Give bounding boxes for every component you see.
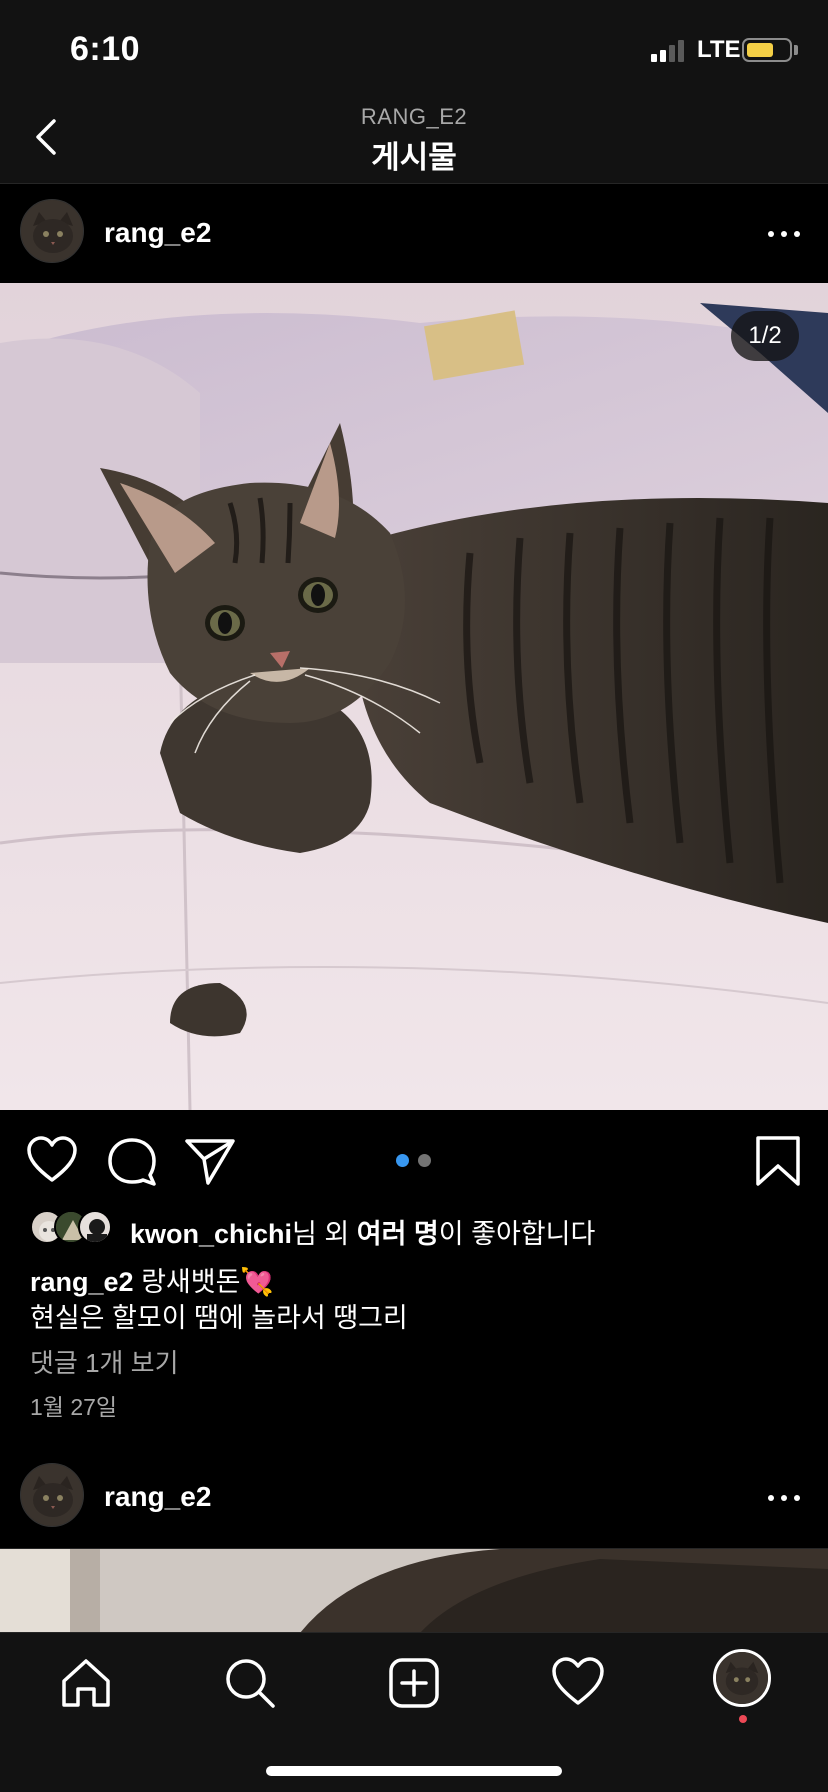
home-indicator xyxy=(266,1766,562,1776)
tab-activity[interactable] xyxy=(550,1655,606,1711)
avatar[interactable] xyxy=(20,199,84,263)
caption-text: 랑새뱃돈💘 xyxy=(133,1267,275,1297)
profile-avatar-image xyxy=(716,1652,768,1704)
status-bar: 6:10 LTE xyxy=(0,0,828,92)
cat-avatar-image xyxy=(21,200,83,262)
post-username[interactable]: rang_e2 xyxy=(104,217,211,249)
caption-text-line2: 현실은 할모이 땜에 놀라서 땡그리 xyxy=(30,1303,408,1333)
more-options-button[interactable] xyxy=(766,219,802,249)
cat-on-bed-photo xyxy=(0,283,828,1110)
signal-strength-icon xyxy=(651,38,691,62)
carousel-dot xyxy=(418,1154,431,1167)
post-date: 1월 27일 xyxy=(30,1394,118,1420)
battery-icon xyxy=(742,38,792,62)
post-header: rang_e2 xyxy=(0,185,828,283)
battery-tip xyxy=(794,45,798,55)
save-button[interactable] xyxy=(752,1135,804,1187)
likes-end-text: 이 좋아합니다 xyxy=(438,1219,596,1249)
tab-profile[interactable] xyxy=(713,1649,771,1707)
paper-plane-icon xyxy=(185,1139,235,1185)
tab-new-post[interactable] xyxy=(386,1655,442,1711)
likes-summary[interactable]: kwon_chichi님 외 여러 명이 좋아합니다 xyxy=(30,1208,810,1251)
caption-username[interactable]: rang_e2 xyxy=(30,1267,134,1297)
tab-bar xyxy=(0,1632,828,1792)
cat-avatar-image xyxy=(21,1464,83,1526)
nav-bar: RANG_E2 게시물 xyxy=(0,92,828,184)
heart-icon xyxy=(27,1136,77,1182)
liker-avatar xyxy=(78,1210,112,1244)
likes-mid-text: 님 외 xyxy=(292,1219,357,1249)
new-post-icon xyxy=(389,1658,439,1708)
like-button[interactable] xyxy=(26,1135,78,1187)
post-photo[interactable] xyxy=(0,283,828,1110)
nav-subtitle: RANG_E2 xyxy=(360,104,468,129)
notification-dot xyxy=(739,1715,747,1723)
comment-button[interactable] xyxy=(106,1135,158,1187)
share-button[interactable] xyxy=(184,1135,236,1187)
network-type: LTE xyxy=(697,36,741,63)
carousel-indicator xyxy=(396,1154,436,1168)
bookmark-icon xyxy=(756,1136,800,1186)
more-options-button[interactable] xyxy=(766,1483,802,1513)
home-icon xyxy=(62,1659,110,1707)
likes-others-link[interactable]: 여러 명 xyxy=(357,1219,439,1249)
next-post-username[interactable]: rang_e2 xyxy=(104,1481,211,1513)
photo-counter-badge: 1/2 xyxy=(731,311,799,361)
search-icon xyxy=(226,1659,275,1708)
next-post-header: rang_e2 xyxy=(0,1449,828,1547)
likes-text: kwon_chichi님 외 여러 명이 좋아합니다 xyxy=(130,1212,595,1251)
view-comments-link[interactable]: 댓글 1개 보기 xyxy=(30,1343,179,1380)
activity-heart-icon xyxy=(552,1657,604,1705)
tab-home[interactable] xyxy=(58,1655,114,1711)
page-title: 게시물 xyxy=(371,140,457,175)
avatar[interactable] xyxy=(20,1463,84,1527)
next-post-photo[interactable] xyxy=(0,1548,828,1632)
comment-bubble-icon xyxy=(108,1138,156,1186)
carousel-dot-active xyxy=(396,1154,409,1167)
liker-username[interactable]: kwon_chichi xyxy=(130,1219,292,1249)
caption: rang_e2 랑새뱃돈💘 xyxy=(30,1260,274,1299)
next-photo-preview xyxy=(0,1549,828,1632)
status-time: 6:10 xyxy=(70,30,141,68)
post-actions xyxy=(0,1110,828,1210)
tab-search[interactable] xyxy=(222,1655,278,1711)
